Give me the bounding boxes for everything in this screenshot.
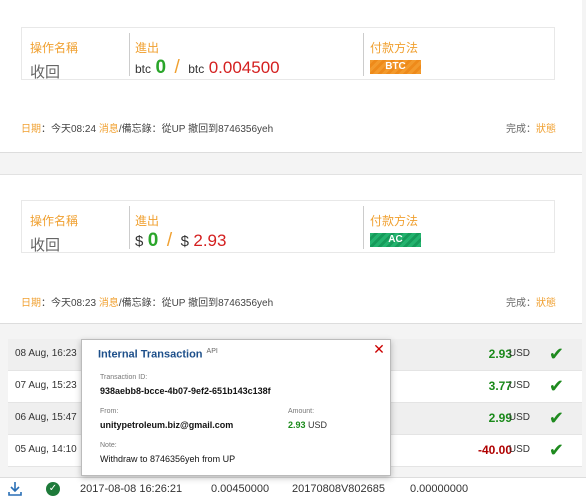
from-label: From: bbox=[100, 408, 119, 415]
page: 操作名稱 收回 進出 btc 0 / btc 0.004500 付款方法 BTC… bbox=[0, 0, 586, 500]
payment-column: 付款方法 AC bbox=[364, 206, 554, 249]
direction-label: 進出 bbox=[135, 41, 160, 55]
memo-text: /備忘錄：從UP 撤回到8746356yeh bbox=[118, 124, 274, 135]
transaction-date: 06 Aug, 15:47 bbox=[15, 412, 77, 423]
order-card: 操作名稱 收回 進出 btc 0 / btc 0.004500 付款方法 BTC… bbox=[0, 0, 582, 153]
operation-value: 收回 bbox=[30, 64, 61, 81]
operation-column: 操作名稱 收回 bbox=[22, 33, 130, 81]
transaction-unit: USD bbox=[508, 380, 530, 391]
status-link[interactable]: 狀態 bbox=[536, 124, 556, 135]
message-link[interactable]: 消息 bbox=[99, 124, 119, 135]
order-status: 完成：狀態 bbox=[506, 294, 556, 309]
amount-value: 2.93 bbox=[193, 231, 227, 250]
transaction-unit: USD bbox=[508, 348, 530, 359]
slash-separator: / bbox=[174, 57, 180, 78]
checkmark-icon: ✔ bbox=[548, 376, 564, 396]
payment-label: 付款方法 bbox=[370, 214, 419, 228]
popup-title: Internal Transaction API bbox=[98, 348, 218, 361]
history-amount: 0.00450000 bbox=[211, 483, 270, 495]
internal-transaction-popup: Internal Transaction API ✕ Transaction ID… bbox=[81, 339, 391, 476]
operation-column: 操作名稱 收回 bbox=[22, 206, 130, 254]
order-meta: 日期：今天08:23 消息/備忘錄：從UP 撤回到8746356yeh bbox=[21, 294, 273, 309]
payment-column: 付款方法 BTC bbox=[364, 33, 554, 76]
currency-right: $ bbox=[180, 233, 189, 250]
operation-value: 收回 bbox=[30, 237, 61, 254]
date-value: ：今天08:24 bbox=[41, 124, 97, 135]
direction-label: 進出 bbox=[135, 214, 160, 228]
history-reference-link[interactable]: 20170808V802685 bbox=[292, 483, 385, 495]
note-value: Withdraw to 8746356yeh from UP bbox=[100, 454, 236, 464]
transaction-date: 08 Aug, 16:23 bbox=[15, 348, 77, 359]
status-text: 完成 bbox=[506, 124, 526, 135]
amount-value: 0.004500 bbox=[208, 58, 280, 77]
date-label: 日期 bbox=[21, 298, 41, 309]
from-value: unitypetroleum.biz@gmail.com bbox=[100, 420, 234, 430]
history-balance: 0.00000000 bbox=[410, 483, 469, 495]
transaction-unit: USD bbox=[508, 444, 530, 455]
operation-label: 操作名稱 bbox=[30, 41, 79, 55]
status-link[interactable]: 狀態 bbox=[536, 298, 556, 309]
amount-display: $ 0 / $ 2.93 bbox=[135, 230, 363, 252]
order-summary-box: 操作名稱 收回 進出 $ 0 / $ 2.93 付款方法 AC bbox=[21, 200, 555, 254]
zero-value: 0 bbox=[155, 57, 167, 78]
order-status: 完成：狀態 bbox=[506, 120, 556, 135]
checkmark-icon: ✔ bbox=[548, 408, 564, 428]
txid-label: Transaction ID: bbox=[100, 374, 148, 381]
checkmark-icon: ✔ bbox=[548, 344, 564, 364]
order-card: 操作名稱 收回 進出 $ 0 / $ 2.93 付款方法 AC 日期：今天08:… bbox=[0, 174, 582, 324]
message-link[interactable]: 消息 bbox=[99, 298, 119, 309]
date-label: 日期 bbox=[21, 124, 41, 135]
order-summary-box: 操作名稱 收回 進出 btc 0 / btc 0.004500 付款方法 BTC bbox=[21, 27, 555, 81]
amount-display: 2.93 USD bbox=[288, 420, 327, 430]
amount-label: Amount: bbox=[288, 408, 315, 415]
direction-column: 進出 $ 0 / $ 2.93 bbox=[130, 206, 364, 252]
date-value: ：今天08:23 bbox=[41, 298, 97, 309]
popup-title-text: Internal Transaction bbox=[98, 348, 203, 361]
history-datetime: 2017-08-08 16:26:21 bbox=[80, 483, 183, 495]
zero-value: 0 bbox=[147, 230, 159, 251]
transaction-unit: USD bbox=[508, 412, 530, 423]
payment-badge: BTC bbox=[370, 60, 421, 74]
currency-left: btc bbox=[135, 62, 152, 76]
history-row: ✓ 2017-08-08 16:26:21 0.00450000 2017080… bbox=[0, 477, 586, 500]
slash-separator: / bbox=[166, 230, 173, 251]
txid-value: 938aebb8-bcce-4b07-9ef2-651b143c138f bbox=[100, 386, 271, 396]
popup-amount-unit: USD bbox=[308, 420, 328, 430]
payment-badge: AC bbox=[370, 233, 421, 247]
currency-right: btc bbox=[188, 62, 205, 76]
success-check-icon: ✓ bbox=[46, 482, 60, 496]
transaction-date: 07 Aug, 15:23 bbox=[15, 380, 77, 391]
checkmark-icon: ✔ bbox=[548, 440, 564, 460]
transaction-amount: -40.00 bbox=[477, 443, 512, 457]
order-meta: 日期：今天08:24 消息/備忘錄：從UP 撤回到8746356yeh bbox=[21, 120, 273, 135]
status-text: 完成 bbox=[506, 298, 526, 309]
operation-label: 操作名稱 bbox=[30, 214, 79, 228]
memo-text: /備忘錄：從UP 撤回到8746356yeh bbox=[118, 298, 274, 309]
status-separator: ： bbox=[526, 298, 536, 309]
amount-display: btc 0 / btc 0.004500 bbox=[135, 57, 363, 79]
transaction-date: 05 Aug, 14:10 bbox=[15, 444, 77, 455]
api-tag: API bbox=[206, 348, 218, 355]
note-label: Note: bbox=[100, 442, 117, 449]
direction-column: 進出 btc 0 / btc 0.004500 bbox=[130, 33, 364, 79]
popup-amount-value: 2.93 bbox=[288, 420, 306, 430]
currency-left: $ bbox=[135, 233, 144, 250]
status-separator: ： bbox=[526, 124, 536, 135]
close-icon[interactable]: ✕ bbox=[372, 342, 386, 356]
download-icon[interactable] bbox=[8, 481, 22, 497]
payment-label: 付款方法 bbox=[370, 41, 419, 55]
